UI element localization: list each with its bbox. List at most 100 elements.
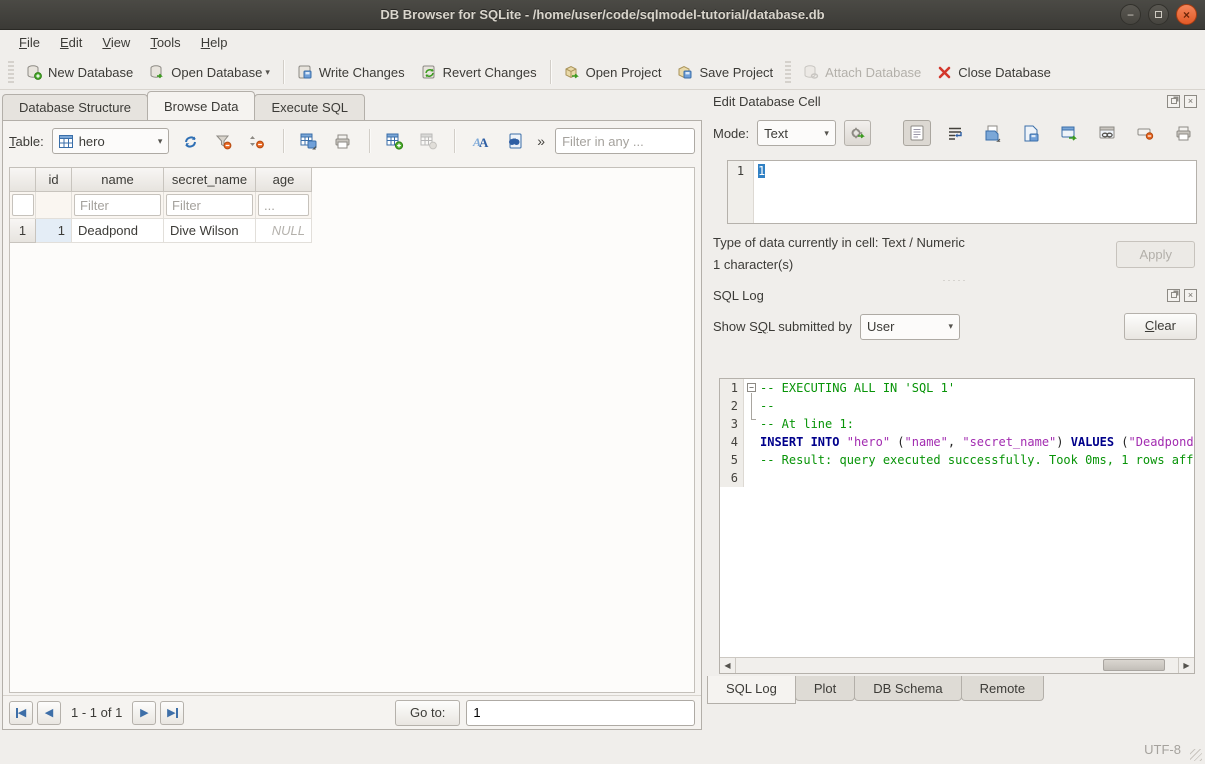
print-button[interactable] — [330, 128, 355, 154]
close-button[interactable]: × — [1176, 4, 1197, 25]
clear-filters-button[interactable] — [211, 128, 236, 154]
previous-page-button[interactable]: ◀ — [37, 701, 61, 725]
next-page-button[interactable]: ▶ — [132, 701, 156, 725]
cell-secret-name[interactable]: Dive Wilson — [164, 219, 256, 243]
tab-execute-sql[interactable]: Execute SQL — [254, 94, 365, 120]
column-header-name[interactable]: name — [72, 168, 164, 192]
clear-sorting-button[interactable] — [244, 128, 269, 154]
refresh-button[interactable] — [177, 128, 202, 154]
encoding-indicator[interactable]: UTF-8 — [1144, 742, 1181, 757]
find-button[interactable] — [502, 128, 527, 154]
cell-char-count: 1 character(s) — [713, 254, 1116, 276]
menu-edit[interactable]: Edit — [51, 32, 91, 53]
tab-sql-log[interactable]: SQL Log — [707, 676, 796, 704]
filter-input-name[interactable] — [74, 194, 161, 216]
font-button[interactable]: AA — [468, 128, 493, 154]
float-panel-icon[interactable] — [1167, 289, 1180, 302]
scrollbar-thumb[interactable] — [1103, 659, 1165, 671]
menu-bar: File Edit View Tools Help — [0, 30, 1205, 55]
scrollbar-track[interactable] — [736, 658, 1178, 673]
revert-changes-button[interactable]: Revert Changes — [413, 59, 545, 85]
export-file-icon[interactable] — [1017, 120, 1045, 146]
new-database-button[interactable]: New Database — [18, 59, 141, 85]
save-project-label: Save Project — [699, 65, 773, 80]
horizontal-scrollbar[interactable]: ◀ ▶ — [720, 657, 1194, 673]
toolbar-overflow-chevron[interactable]: » — [535, 133, 547, 149]
filter-input-secret-name[interactable] — [166, 194, 253, 216]
attach-database-button: Attach Database — [795, 59, 929, 85]
column-header-secret-name[interactable]: secret_name — [164, 168, 256, 192]
last-page-button[interactable]: ▶ — [160, 701, 184, 725]
open-project-icon — [564, 64, 580, 80]
scroll-right-arrow[interactable]: ▶ — [1178, 658, 1194, 673]
cell-age[interactable]: NULL — [256, 219, 312, 243]
corner-header[interactable] — [10, 168, 36, 192]
set-null-icon[interactable] — [1131, 120, 1159, 146]
filter-any-input[interactable] — [555, 128, 695, 154]
table-select[interactable]: hero ▾ — [52, 128, 170, 154]
dock-tab-bar: SQL Log Plot DB Schema Remote — [707, 676, 1043, 704]
open-project-button[interactable]: Open Project — [556, 59, 670, 85]
close-database-button[interactable]: Close Database — [929, 60, 1059, 85]
apply-format-button[interactable] — [844, 120, 871, 146]
resize-grip[interactable] — [1190, 749, 1202, 761]
insert-record-button[interactable] — [383, 128, 408, 154]
close-panel-icon[interactable]: × — [1184, 289, 1197, 302]
toolbar-separator — [369, 129, 370, 153]
maximize-button[interactable] — [1148, 4, 1169, 25]
save-results-button[interactable] — [297, 128, 322, 154]
float-panel-icon[interactable] — [1167, 95, 1180, 108]
open-database-dropdown-arrow[interactable]: ▾ — [265, 67, 270, 80]
maximize-icon — [1155, 11, 1162, 18]
row-number[interactable]: 1 — [10, 219, 36, 243]
open-external-icon[interactable] — [1055, 120, 1083, 146]
mode-label: Mode: — [713, 126, 749, 141]
toolbar-drag-handle[interactable] — [785, 61, 791, 83]
table-icon — [59, 135, 73, 148]
link-icon[interactable] — [1093, 120, 1121, 146]
sql-log-view[interactable]: 1 − -- EXECUTING ALL IN 'SQL 1' 2 -- 3 -… — [719, 378, 1195, 674]
fold-marker-icon[interactable]: − — [747, 383, 756, 392]
cell-name[interactable]: Deadpond — [72, 219, 164, 243]
menu-file[interactable]: File — [10, 32, 49, 53]
cell-editor[interactable]: 1 1 — [727, 160, 1197, 224]
cell-id[interactable]: 1 — [36, 219, 72, 243]
data-grid: id name secret_name age 1 1 Deadpond Div… — [9, 167, 695, 693]
tab-plot[interactable]: Plot — [795, 676, 855, 701]
menu-help[interactable]: Help — [192, 32, 237, 53]
print-cell-icon[interactable] — [1169, 120, 1197, 146]
text-mode-icon[interactable] — [903, 120, 931, 146]
goto-input[interactable] — [466, 700, 695, 726]
browse-data-panel: Table: hero ▾ AA » id name secret_name a… — [2, 120, 702, 730]
toolbar-drag-handle[interactable] — [8, 61, 14, 83]
first-page-button[interactable]: ◀ — [9, 701, 33, 725]
tab-database-structure[interactable]: Database Structure — [2, 94, 148, 120]
import-file-icon[interactable] — [979, 120, 1007, 146]
minimize-button[interactable]: − — [1120, 4, 1141, 25]
mode-select[interactable]: Text ▾ — [757, 120, 836, 146]
word-wrap-icon[interactable] — [941, 120, 969, 146]
tab-browse-data[interactable]: Browse Data — [147, 91, 255, 120]
dock-splitter-handle[interactable]: ····· — [705, 276, 1205, 284]
column-header-age[interactable]: age — [256, 168, 312, 192]
filter-input-id[interactable] — [12, 194, 34, 216]
save-project-button[interactable]: Save Project — [669, 59, 781, 85]
close-panel-icon[interactable]: × — [1184, 95, 1197, 108]
tab-db-schema[interactable]: DB Schema — [854, 676, 961, 701]
menu-tools[interactable]: Tools — [141, 32, 189, 53]
write-changes-button[interactable]: Write Changes — [289, 59, 413, 85]
menu-view[interactable]: View — [93, 32, 139, 53]
editor-content[interactable]: 1 — [758, 164, 765, 178]
goto-button[interactable]: Go to: — [395, 700, 460, 726]
column-header-id[interactable]: id — [36, 168, 72, 192]
clear-log-button[interactable]: Clear — [1124, 313, 1197, 340]
status-bar: UTF-8 — [0, 734, 1205, 764]
open-database-button[interactable]: Open Database ▾ — [141, 59, 278, 85]
filter-input-age[interactable] — [258, 194, 309, 216]
chevron-down-icon: ▾ — [948, 321, 953, 332]
mode-select-value: Text — [764, 126, 810, 141]
sql-source-select[interactable]: User ▾ — [860, 314, 960, 340]
save-project-icon — [677, 64, 693, 80]
scroll-left-arrow[interactable]: ◀ — [720, 658, 736, 673]
tab-remote[interactable]: Remote — [961, 676, 1045, 701]
